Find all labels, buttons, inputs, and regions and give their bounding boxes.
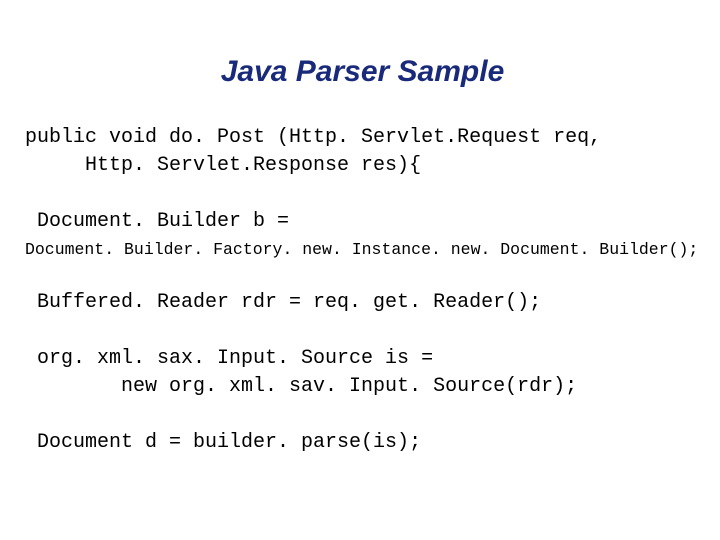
code-line: org. xml. sax. Input. Source is = (25, 345, 700, 373)
code-line: Buffered. Reader rdr = req. get. Reader(… (25, 289, 700, 317)
code-block-1: public void do. Post (Http. Servlet.Requ… (25, 124, 700, 180)
code-block-3: Buffered. Reader rdr = req. get. Reader(… (25, 289, 700, 317)
code-line: Http. Servlet.Response res){ (25, 152, 700, 180)
code-block-2b: Document. Builder. Factory. new. Instanc… (25, 238, 700, 261)
code-block-4: org. xml. sax. Input. Source is = new or… (25, 345, 700, 401)
code-line: Document. Builder. Factory. new. Instanc… (25, 238, 700, 261)
code-line: public void do. Post (Http. Servlet.Requ… (25, 124, 700, 152)
code-block-5: Document d = builder. parse(is); (25, 429, 700, 457)
code-line: Document d = builder. parse(is); (25, 429, 700, 457)
slide-title: Java Parser Sample (25, 55, 700, 89)
code-line: Document. Builder b = (25, 208, 700, 236)
code-block-2a: Document. Builder b = (25, 208, 700, 236)
code-line: new org. xml. sav. Input. Source(rdr); (25, 373, 700, 401)
